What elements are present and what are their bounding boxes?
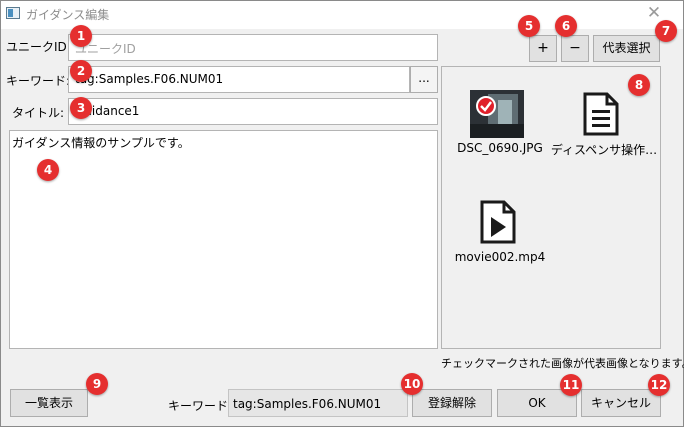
title-input[interactable]: Guidance1 bbox=[68, 98, 438, 125]
unregister-label: 登録解除 bbox=[427, 396, 476, 410]
description-textarea[interactable]: ガイダンス情報のサンプルです。 bbox=[9, 130, 438, 349]
cancel-label: キャンセル bbox=[590, 396, 651, 410]
list-view-button[interactable]: 一覧表示 bbox=[10, 389, 88, 417]
keyword-browse-button[interactable]: ... bbox=[410, 66, 438, 93]
close-icon[interactable]: ✕ bbox=[646, 4, 662, 22]
window-title: ガイダンス編集 bbox=[26, 8, 110, 22]
footer-keyword-label: キーワード: bbox=[168, 399, 233, 413]
keyword-input[interactable]: tag:Samples.F06.NUM01 bbox=[68, 66, 410, 93]
media-item-label: DSC_0690.JPG bbox=[457, 141, 543, 155]
add-media-label: + bbox=[537, 40, 549, 56]
annotation-badge-5: 5 bbox=[518, 15, 540, 37]
photo-base bbox=[470, 124, 524, 138]
unique-id-input[interactable]: ユニークID bbox=[68, 34, 438, 61]
media-item-label: ディスペンサ操作… bbox=[550, 143, 658, 157]
annotation-badge-1: 1 bbox=[70, 25, 92, 47]
add-media-button[interactable]: + bbox=[529, 35, 557, 62]
annotation-badge-9: 9 bbox=[86, 373, 108, 395]
footer-keyword-value: tag:Samples.F06.NUM01 bbox=[233, 397, 382, 411]
annotation-badge-6: 6 bbox=[555, 15, 577, 37]
unique-id-label: ユニークID: bbox=[6, 40, 71, 54]
representative-note: チェックマークされた画像が代表画像となります。 bbox=[441, 357, 684, 370]
media-item-label: movie002.mp4 bbox=[454, 250, 546, 264]
keyword-value: tag:Samples.F06.NUM01 bbox=[75, 72, 224, 86]
document-icon[interactable] bbox=[583, 92, 619, 136]
annotation-badge-12: 12 bbox=[648, 374, 670, 396]
annotation-badge-7: 7 bbox=[655, 20, 677, 42]
list-view-label: 一覧表示 bbox=[24, 396, 73, 410]
remove-media-label: − bbox=[569, 40, 581, 56]
remove-media-button[interactable]: − bbox=[561, 35, 589, 62]
video-icon[interactable] bbox=[480, 200, 516, 244]
check-icon[interactable] bbox=[476, 96, 496, 116]
annotation-badge-10: 10 bbox=[401, 373, 423, 395]
app-window-icon bbox=[6, 7, 20, 19]
keyword-label: キーワード: bbox=[6, 74, 71, 88]
annotation-badge-4: 4 bbox=[37, 159, 59, 181]
unregister-button[interactable]: 登録解除 bbox=[412, 389, 492, 417]
annotation-badge-8: 8 bbox=[628, 74, 650, 96]
cancel-button[interactable]: キャンセル bbox=[581, 389, 661, 417]
annotation-badge-11: 11 bbox=[560, 374, 582, 396]
photo-highlight bbox=[498, 100, 512, 126]
select-representative-button[interactable]: 代表選択 bbox=[593, 35, 660, 62]
annotation-badge-3: 3 bbox=[70, 97, 92, 119]
footer-keyword-field: tag:Samples.F06.NUM01 bbox=[228, 389, 408, 417]
keyword-browse-label: ... bbox=[418, 71, 430, 85]
annotation-badge-2: 2 bbox=[70, 60, 92, 82]
description-text: ガイダンス情報のサンプルです。 bbox=[12, 136, 190, 150]
select-representative-label: 代表選択 bbox=[602, 41, 651, 55]
title-label: タイトル: bbox=[11, 106, 64, 120]
